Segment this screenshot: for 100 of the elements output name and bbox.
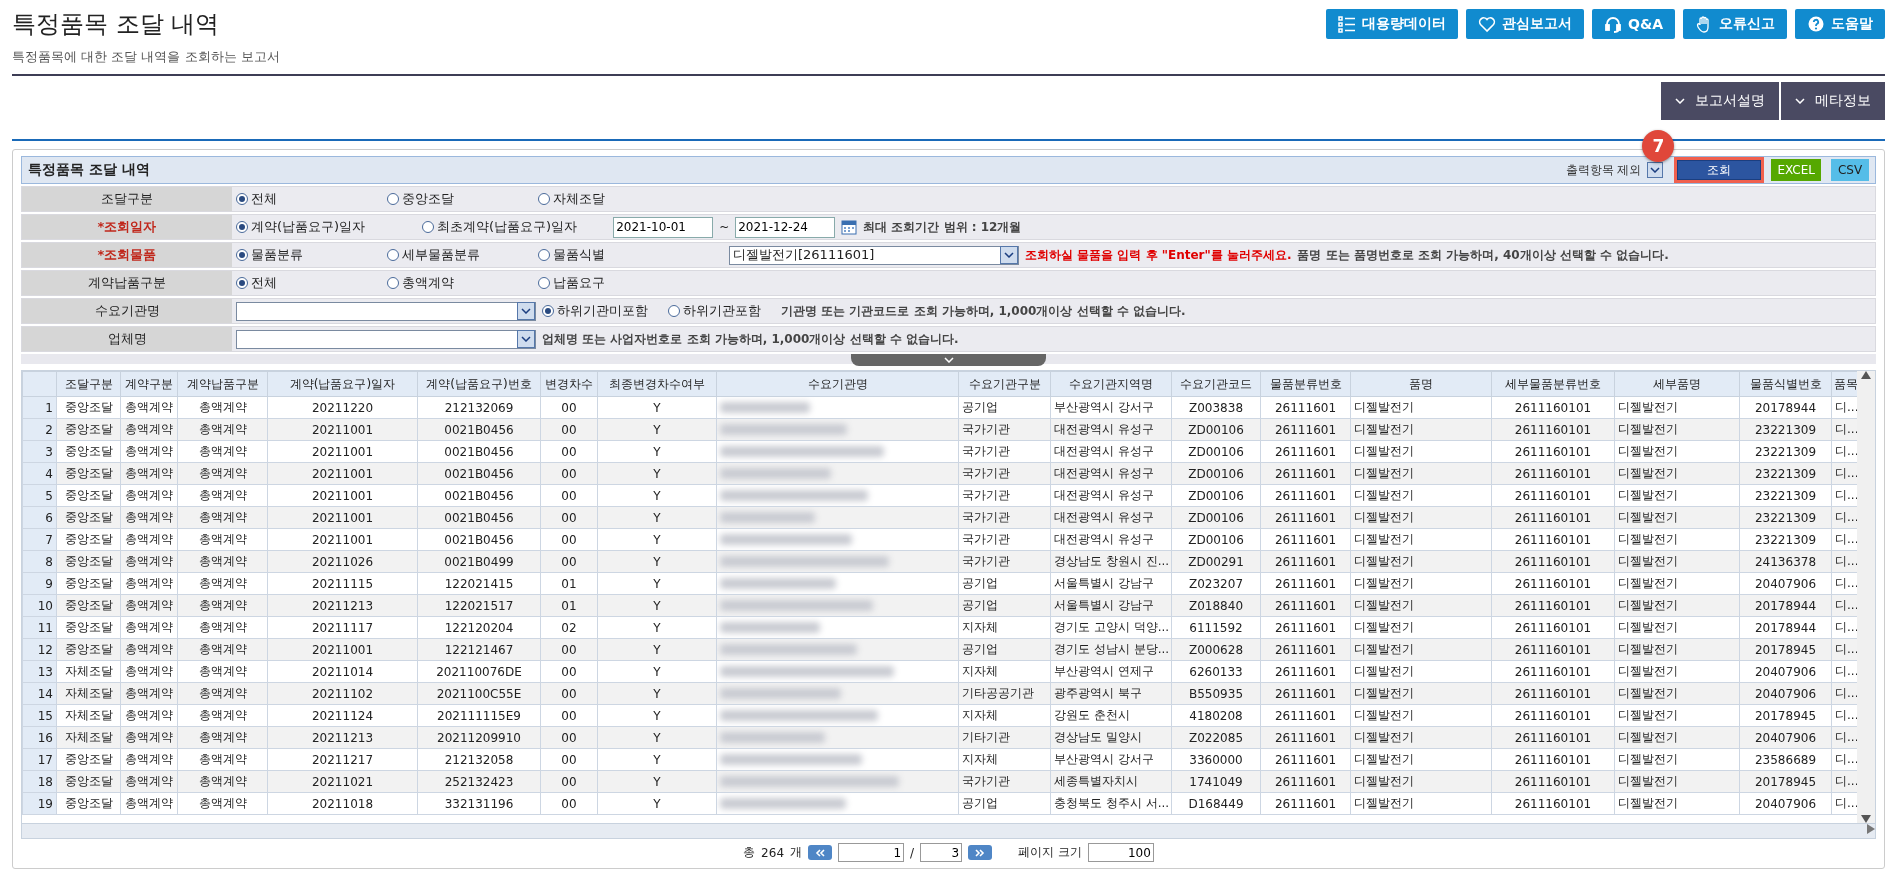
table-cell: Y bbox=[597, 396, 717, 419]
hint-text: 품명 또는 품명번호로 조회 가능하며, 40개이상 선택할 수 없습니다. bbox=[1297, 246, 1669, 264]
chevron-down-icon bbox=[1675, 98, 1685, 104]
column-header: 조달구분 bbox=[56, 371, 121, 397]
table-cell: 202110076DE bbox=[417, 660, 541, 683]
radio-option[interactable]: 전체 bbox=[236, 274, 381, 292]
toolbar-button[interactable]: 오류신고 bbox=[1683, 9, 1787, 39]
toolbar-button[interactable]: 대용량데이터 bbox=[1326, 9, 1459, 39]
radio-button[interactable] bbox=[668, 305, 680, 317]
table-cell: Y bbox=[597, 704, 717, 727]
radio-button[interactable] bbox=[538, 249, 550, 261]
column-header: 계약(납품요구)일자 bbox=[267, 371, 418, 397]
table-cell: 2611160101 bbox=[1491, 396, 1615, 419]
table-cell: 디젤발전기 bbox=[1614, 572, 1740, 595]
table-cell: 20211115 bbox=[267, 572, 418, 595]
filter-label: 계약납품구분 bbox=[22, 271, 232, 295]
page-size-field[interactable]: 100 bbox=[1087, 843, 1154, 862]
radio-label: 하위기관포함 bbox=[683, 302, 761, 320]
table-cell: 디젤발전기 bbox=[1614, 440, 1740, 463]
chevron-down-icon bbox=[521, 336, 531, 342]
radio-button[interactable] bbox=[236, 221, 248, 233]
table-cell: 디젤발전기 bbox=[1350, 528, 1492, 551]
calendar-icon bbox=[841, 219, 858, 235]
radio-option[interactable]: 총액계약 bbox=[387, 274, 532, 292]
table-cell: 20211220 bbox=[267, 396, 418, 419]
radio-button[interactable] bbox=[387, 277, 399, 289]
row-number: 10 bbox=[22, 594, 57, 617]
row-number: 9 bbox=[22, 572, 57, 595]
table-cell: 00 bbox=[540, 792, 598, 815]
row-number: 16 bbox=[22, 726, 57, 749]
radio-option[interactable]: 계약(납품요구)일자 bbox=[236, 218, 416, 236]
dropdown-field[interactable] bbox=[236, 301, 536, 321]
radio-button[interactable] bbox=[236, 277, 248, 289]
radio-button[interactable] bbox=[236, 249, 248, 261]
table-cell: 20211001 bbox=[267, 440, 418, 463]
radio-button[interactable] bbox=[236, 193, 248, 205]
radio-option[interactable]: 전체 bbox=[236, 190, 381, 208]
next-page-button[interactable] bbox=[968, 845, 993, 860]
expand-button[interactable]: 보고서설명 bbox=[1661, 82, 1779, 120]
radio-label: 세부물품분류 bbox=[402, 246, 480, 264]
table-cell: 디젤발전기 bbox=[1350, 638, 1492, 661]
csv-button[interactable]: CSV bbox=[1831, 159, 1869, 181]
column-header: 변경차수 bbox=[540, 371, 598, 397]
dropdown-field[interactable]: 디젤발전기[26111601] bbox=[729, 245, 1019, 265]
radio-option[interactable]: 물품분류 bbox=[236, 246, 381, 264]
toolbar-button[interactable]: 관심보고서 bbox=[1466, 9, 1585, 39]
column-header: 계약구분 bbox=[120, 371, 178, 397]
radio-button[interactable] bbox=[387, 193, 399, 205]
radio-label: 물품식별 bbox=[553, 246, 605, 264]
radio-button[interactable] bbox=[538, 277, 550, 289]
table-cell: 26111601 bbox=[1260, 616, 1351, 639]
table-cell: Y bbox=[597, 440, 717, 463]
table-cell: 디젤발전기 bbox=[1350, 682, 1492, 705]
table-cell: 국가기관 bbox=[958, 484, 1051, 507]
table-cell: 2611160101 bbox=[1491, 572, 1615, 595]
table-cell: 20211102 bbox=[267, 682, 418, 705]
dropdown-field[interactable] bbox=[236, 329, 536, 349]
table-cell: 총액계약 bbox=[120, 660, 178, 683]
table-cell: 디젤발전기 bbox=[1350, 792, 1492, 815]
radio-option[interactable]: 하위기관포함 bbox=[668, 302, 761, 320]
date-field[interactable]: 2021-12-24 bbox=[735, 216, 836, 238]
page-total-field[interactable]: 3 bbox=[920, 843, 963, 862]
table-cell: 총액계약 bbox=[177, 440, 268, 463]
vertical-scrollbar[interactable] bbox=[1857, 371, 1875, 823]
radio-button[interactable] bbox=[538, 193, 550, 205]
table-cell: 20211001 bbox=[267, 506, 418, 529]
radio-label: 전체 bbox=[251, 190, 277, 208]
horizontal-scrollbar[interactable] bbox=[21, 824, 1876, 839]
total-label: 총 bbox=[743, 844, 756, 861]
row-number: 18 bbox=[22, 770, 57, 793]
radio-button[interactable] bbox=[542, 305, 554, 317]
radio-button[interactable] bbox=[387, 249, 399, 261]
table-cell: 20407906 bbox=[1739, 792, 1832, 815]
row-number: 7 bbox=[22, 528, 57, 551]
row-number: 1 bbox=[22, 396, 57, 419]
radio-option[interactable]: 세부물품분류 bbox=[387, 246, 532, 264]
table-cell: 26111601 bbox=[1260, 440, 1351, 463]
table-cell: 디젤발전기 bbox=[1614, 792, 1740, 815]
row-number: 5 bbox=[22, 484, 57, 507]
list-icon bbox=[1338, 15, 1357, 33]
collapse-tab[interactable] bbox=[851, 354, 1046, 366]
table-cell: Z003838 bbox=[1171, 396, 1261, 419]
radio-option[interactable]: 자체조달 bbox=[538, 190, 683, 208]
radio-option[interactable]: 납품요구 bbox=[538, 274, 683, 292]
search-button[interactable]: 조회 bbox=[1677, 160, 1762, 180]
total-unit: 개 bbox=[790, 844, 802, 861]
table-cell: Y bbox=[597, 616, 717, 639]
expand-button[interactable]: 메타정보 bbox=[1781, 82, 1885, 120]
toolbar-button[interactable]: Q&A bbox=[1592, 9, 1675, 39]
table-cell: 2611160101 bbox=[1491, 748, 1615, 771]
radio-button[interactable] bbox=[422, 221, 434, 233]
dropdown-button[interactable] bbox=[1647, 162, 1664, 178]
radio-option[interactable]: 중앙조달 bbox=[387, 190, 532, 208]
page-field[interactable]: 1 bbox=[838, 843, 904, 862]
table-cell: 26111601 bbox=[1260, 704, 1351, 727]
date-field[interactable]: 2021-10-01 bbox=[613, 216, 714, 238]
table-cell: 공기업 bbox=[958, 792, 1051, 815]
help-button[interactable]: 도움말 bbox=[1795, 9, 1885, 39]
previous-page-button[interactable] bbox=[808, 845, 832, 860]
radio-option[interactable]: 물품식별 bbox=[538, 246, 683, 264]
